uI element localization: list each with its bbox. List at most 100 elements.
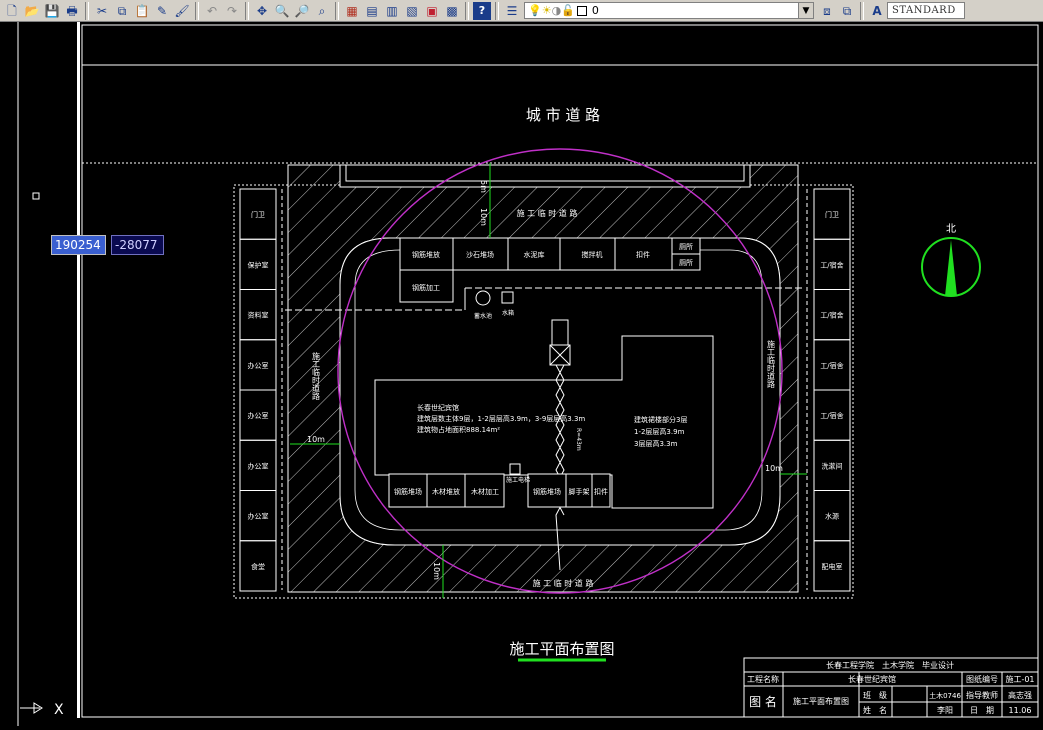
layer-state-icon[interactable]: ⧉ [838,2,856,20]
left-road-label: 施工临时道路 [312,351,321,400]
tb-advisor-label: 指导教师 [966,690,998,700]
shed-rebar: 钢筋堆放 [412,250,440,259]
zoom-previous-icon[interactable]: ⌕ [313,2,331,20]
shed-mixer: 搅拌机 [582,250,603,259]
tb-advisor: 高志强 [1008,690,1032,700]
text-style-dropdown[interactable]: STANDARD [887,2,965,19]
right-room-label: 门卫 [825,210,839,219]
current-layer-name: 0 [591,4,599,17]
drawing-canvas[interactable]: 城 市 道 路 门卫 保护室 资料室 办公室 办公室 办公室 办公室 食堂 门卫 工/宿舍 工/宿… [0,22,1043,726]
layer-manager-icon[interactable]: ☰ [503,2,521,20]
viewport-edge-bar [77,22,80,718]
right-rooms: 门卫工/宿舍工/宿舍工/宿舍工/宿舍洗漱间水源配电室 [813,188,851,592]
designcenter-icon[interactable]: ▤ [363,2,381,20]
ucs-x-label: X [54,702,64,718]
copy-icon[interactable]: ⧉ [113,2,131,20]
pan-icon[interactable]: ✥ [253,2,271,20]
dim-10m-left: 10m [307,435,325,444]
water-tank-label: 水箱 [502,309,514,317]
left-room-label: 办公室 [248,411,269,420]
dynamic-input-x[interactable]: 190254 [51,235,106,255]
help-icon[interactable]: ? [473,1,491,20]
tb-class-label: 班 级 [863,690,887,700]
shed-timber-proc: 木材加工 [471,487,499,496]
zoom-realtime-icon[interactable]: 🔍 [273,2,291,20]
calculator-icon[interactable]: ▩ [443,2,461,20]
right-room-label: 工/宿舍 [820,260,843,269]
tb-figure: 施工平面布置图 [793,696,849,706]
right-room-label: 水源 [825,512,839,521]
paste-icon[interactable]: 📋 [133,2,151,20]
sheetset-icon[interactable]: ▧ [403,2,421,20]
tb-name-label: 姓 名 [863,705,887,715]
zoom-window-icon[interactable]: 🔎 [293,2,311,20]
layer-dropdown[interactable]: 💡 ☀ ◑ 🔓 0 ▼ [524,2,814,19]
toolbar-separator [335,1,339,20]
dim-10m-right: 10m [765,464,783,473]
layer-state-icons: 💡 ☀ ◑ 🔓 [525,4,590,17]
text-style-icon[interactable]: A [868,2,886,20]
right-room-label: 工/宿舍 [820,311,843,320]
matchprop-icon[interactable]: ✎ [153,2,171,20]
markup-icon[interactable]: ▣ [423,2,441,20]
layer-previous-icon[interactable]: ⧈ [818,2,836,20]
vp-freeze-icon[interactable]: ◑ [552,4,562,17]
plot-icon[interactable]: 🖶 [63,2,81,20]
annex-h2: 3层层高3.3m [634,439,678,448]
shed-cement: 水泥库 [524,250,545,259]
open-icon[interactable]: 📂 [23,2,41,20]
standard-toolbar: 🗋 📂 💾 🖶 ✂ ⧉ 📋 ✎ 🖌 ↶ ↷ ✥ 🔍 🔎 ⌕ ▦ ▤ ▥ ▧ ▣ … [0,0,1043,22]
tb-class: 土木0746 [929,691,961,700]
right-room-label: 工/宿舍 [820,411,843,420]
cut-icon[interactable]: ✂ [93,2,111,20]
properties-icon[interactable]: ▦ [343,2,361,20]
shed-toilet-2: 厕所 [679,258,693,267]
ucs-icon: X [20,702,64,718]
right-room-label: 配电室 [822,562,843,571]
lightbulb-icon[interactable]: 💡 [528,4,542,17]
lock-icon[interactable]: 🔓 [561,4,575,17]
title-block: 长春工程学院 土木学院 毕业设计 工程名称 长春世纪宾馆 图纸编号 施工-01 … [743,657,1039,718]
right-room-label: 洗漱间 [822,461,843,470]
north-arrow-icon [945,240,957,296]
redo-icon[interactable]: ↷ [223,2,241,20]
undo-icon[interactable]: ↶ [203,2,221,20]
annex-h1: 1-2层层高3.9m [634,427,685,436]
left-room-label: 办公室 [248,512,269,521]
dynamic-input-y[interactable]: -28077 [111,235,164,255]
shed-rebar-yard: 钢筋堆场 [394,487,422,496]
bottom-road-label: 施 工 临 时 道 路 [533,578,594,588]
save-icon[interactable]: 💾 [43,2,61,20]
toolbar-separator [245,1,249,20]
grip-square[interactable] [32,192,40,200]
left-room-label: 保护室 [248,260,269,269]
rebar-process-label: 钢筋加工 [412,283,440,292]
drawing-svg: 城 市 道 路 门卫保护室资料室办公室办公室办公室办公室食堂 门卫工/宿舍工/宿… [17,22,1039,726]
building-name: 长春世纪宾馆 [417,403,459,412]
tb-drawing-no: 施工-01 [1005,674,1034,684]
toolbar-separator [85,1,89,20]
shed-fastener: 扣件 [636,250,650,259]
gate-strip [339,164,751,188]
chevron-down-icon[interactable]: ▼ [798,3,813,18]
dim-5m: 5m [479,180,488,193]
annex-floors: 建筑裙楼部分3层 [634,415,687,424]
tb-project-label: 工程名称 [747,674,779,684]
color-swatch-icon[interactable] [576,5,587,16]
right-room-label: 工/宿舍 [820,361,843,370]
water-pool-label: 蓄水池 [474,312,492,320]
building-area: 建筑物占地面积888.14m² [417,425,500,434]
shed-timber: 木材堆放 [432,487,460,496]
tb-name: 李阳 [937,705,953,715]
toolpalette-icon[interactable]: ▥ [383,2,401,20]
toolbar-separator [465,1,469,20]
road-label: 城 市 道 路 [526,106,600,124]
sun-icon[interactable]: ☀ [542,4,552,17]
brush-icon[interactable]: 🖌 [173,2,191,20]
left-room-label: 资料室 [248,311,269,320]
left-room-label: 门卫 [251,210,265,219]
new-icon[interactable]: 🗋 [3,2,21,20]
drawing-title: 施工平面布置图 [509,640,614,658]
toolbar-separator [860,1,864,20]
tb-date: 11.06 [1009,706,1032,715]
